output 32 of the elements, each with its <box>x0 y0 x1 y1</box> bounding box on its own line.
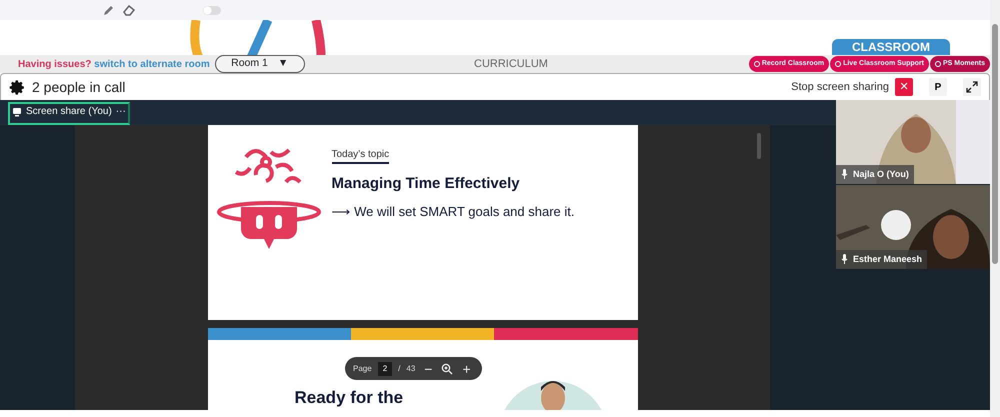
page-separator: / <box>398 362 400 374</box>
zoom-icon[interactable] <box>441 362 454 374</box>
screen-icon <box>12 106 22 116</box>
fullscreen-icon[interactable] <box>963 78 981 96</box>
page-total: 43 <box>406 362 416 374</box>
microphone-icon <box>841 254 848 264</box>
call-count: 2 people in call <box>32 78 126 97</box>
classroom-tab[interactable]: CLASSROOM <box>832 39 950 55</box>
pencil-icon[interactable] <box>103 4 115 16</box>
zoom-out-button[interactable]: − <box>421 362 436 376</box>
scrollbar[interactable] <box>990 0 1000 417</box>
participant-name: Najla O (You) <box>836 164 914 184</box>
stop-sharing-button[interactable]: ✕ <box>895 78 913 96</box>
zoom-in-button[interactable]: + <box>459 362 474 376</box>
room-select[interactable]: Room 1 ▼ <box>214 55 305 73</box>
slide-text: We will set SMART goals and share it. <box>354 204 574 218</box>
page-label: Page <box>353 362 372 374</box>
microphone-icon <box>841 169 848 180</box>
slide-eyebrow: Today’s topic <box>332 147 390 164</box>
curriculum-label[interactable]: CURRICULUM <box>474 56 548 72</box>
arrow-icon: ⟶ <box>332 204 350 218</box>
settings-icon[interactable] <box>9 78 26 96</box>
screen-share-tab[interactable]: Screen share (You) ··· <box>8 102 130 125</box>
toggle-switch[interactable] <box>203 6 221 14</box>
page-number-field[interactable]: 2 <box>378 362 392 376</box>
stop-sharing-label: Stop screen sharing <box>791 80 889 95</box>
participant-name: Esther Maneesh <box>836 250 928 269</box>
issue-text: Having issues? <box>18 58 92 72</box>
slide-heading: Managing Time Effectively <box>332 174 521 194</box>
eraser-icon[interactable] <box>123 4 135 16</box>
p-button[interactable]: P <box>929 78 947 96</box>
slide-heading: Ready for the <box>294 388 404 408</box>
